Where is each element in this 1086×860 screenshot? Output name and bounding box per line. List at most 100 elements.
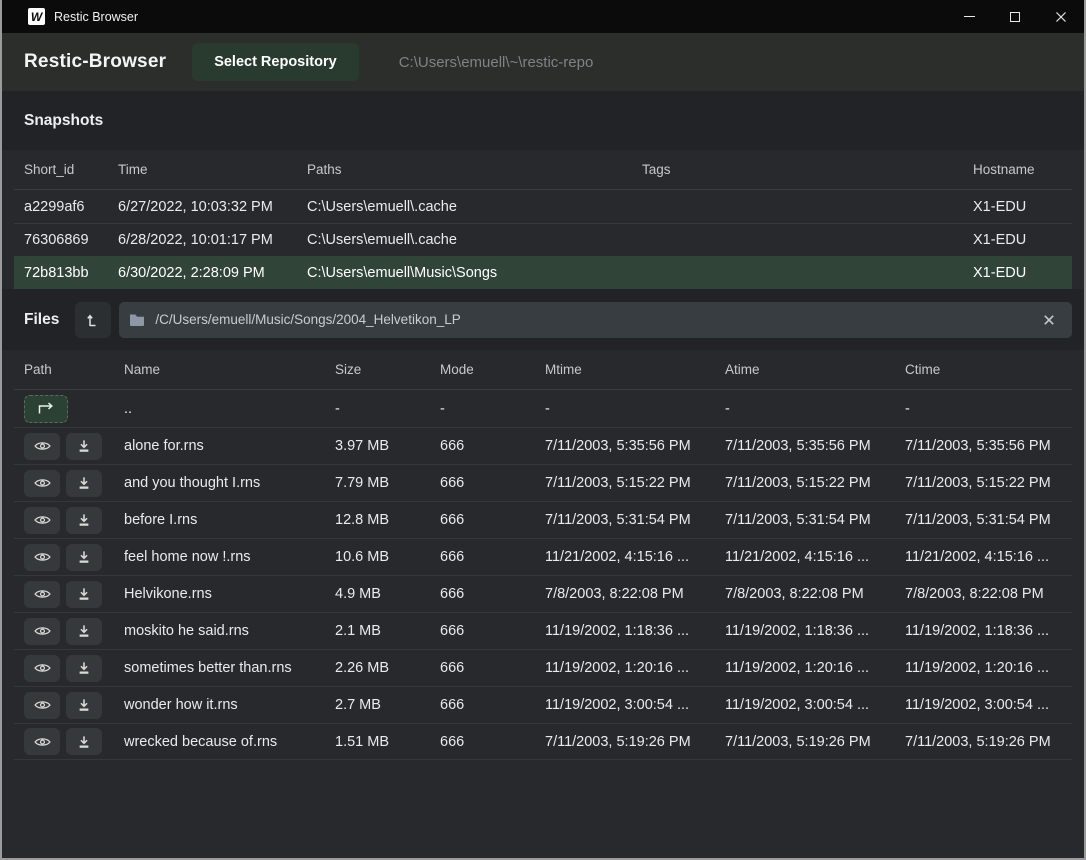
minimize-button[interactable] [946, 0, 992, 33]
snapshot-row-selected[interactable]: 72b813bb 6/30/2022, 2:28:09 PM C:\Users\… [14, 256, 1072, 289]
file-row[interactable]: sometimes better than.rns 2.26 MB 666 11… [14, 649, 1072, 686]
snapshots-heading: Snapshots [24, 112, 103, 130]
file-mode: 666 [440, 586, 545, 602]
file-mtime: 7/11/2003, 5:35:56 PM [545, 438, 725, 454]
window-title: Restic Browser [54, 10, 138, 24]
preview-button[interactable] [24, 433, 60, 460]
preview-button[interactable] [24, 544, 60, 571]
eye-icon [34, 662, 51, 674]
file-atime: 11/21/2002, 4:15:16 ... [725, 549, 905, 565]
preview-button[interactable] [24, 728, 60, 755]
file-row[interactable]: moskito he said.rns 2.1 MB 666 11/19/200… [14, 612, 1072, 649]
maximize-button[interactable] [992, 0, 1038, 33]
download-button[interactable] [66, 470, 102, 497]
file-mtime: - [545, 401, 725, 417]
snapshot-row[interactable]: 76306869 6/28/2022, 10:01:17 PM C:\Users… [14, 223, 1072, 256]
file-ctime: 7/8/2003, 8:22:08 PM [905, 586, 1062, 602]
file-row[interactable]: wonder how it.rns 2.7 MB 666 11/19/2002,… [14, 686, 1072, 723]
select-repository-button[interactable]: Select Repository [192, 43, 359, 81]
file-name: wonder how it.rns [124, 697, 335, 713]
window-controls [946, 0, 1084, 33]
column-mode: Mode [440, 362, 545, 377]
close-button[interactable] [1038, 0, 1084, 33]
column-atime: Atime [725, 362, 905, 377]
file-ctime: 11/19/2002, 1:18:36 ... [905, 623, 1062, 639]
file-row[interactable]: wrecked because of.rns 1.51 MB 666 7/11/… [14, 723, 1072, 760]
file-name: .. [124, 401, 335, 417]
download-button[interactable] [66, 433, 102, 460]
up-level-button[interactable] [75, 302, 111, 338]
file-mode: 666 [440, 475, 545, 491]
file-size: 7.79 MB [335, 475, 440, 491]
download-icon [77, 698, 91, 712]
snapshot-hostname: X1-EDU [973, 232, 1062, 248]
download-icon [77, 513, 91, 527]
preview-button[interactable] [24, 470, 60, 497]
preview-button[interactable] [24, 692, 60, 719]
snapshot-paths: C:\Users\emuell\Music\Songs [307, 265, 642, 281]
go-parent-button[interactable] [24, 395, 68, 423]
snapshot-hostname: X1-EDU [973, 199, 1062, 215]
download-button[interactable] [66, 581, 102, 608]
download-button[interactable] [66, 728, 102, 755]
download-button[interactable] [66, 655, 102, 682]
snapshots-table: Short_id Time Paths Tags Hostname a2299a… [2, 150, 1084, 289]
file-ctime: 11/19/2002, 3:00:54 ... [905, 697, 1062, 713]
download-icon [77, 624, 91, 638]
column-tags: Tags [642, 162, 973, 177]
file-name: sometimes better than.rns [124, 660, 335, 676]
file-mtime: 11/19/2002, 3:00:54 ... [545, 697, 725, 713]
download-button[interactable] [66, 692, 102, 719]
preview-button[interactable] [24, 581, 60, 608]
eye-icon [34, 440, 51, 452]
up-level-icon [85, 312, 101, 328]
column-name: Name [124, 362, 335, 377]
download-icon [77, 735, 91, 749]
file-row[interactable]: Helvikone.rns 4.9 MB 666 7/8/2003, 8:22:… [14, 575, 1072, 612]
eye-icon [34, 699, 51, 711]
file-atime: 11/19/2002, 1:20:16 ... [725, 660, 905, 676]
file-atime: 7/11/2003, 5:31:54 PM [725, 512, 905, 528]
snapshots-table-header: Short_id Time Paths Tags Hostname [14, 150, 1072, 190]
file-mode: 666 [440, 438, 545, 454]
column-hostname: Hostname [973, 162, 1062, 177]
file-size: 2.7 MB [335, 697, 440, 713]
eye-icon [34, 514, 51, 526]
snapshots-section-header: Snapshots [2, 91, 1084, 150]
snapshot-row[interactable]: a2299af6 6/27/2022, 10:03:32 PM C:\Users… [14, 190, 1072, 223]
download-button[interactable] [66, 544, 102, 571]
column-time: Time [118, 162, 307, 177]
clear-path-button[interactable] [1036, 307, 1062, 333]
file-path-input[interactable]: /C/Users/emuell/Music/Songs/2004_Helveti… [119, 302, 1072, 338]
file-row[interactable]: before I.rns 12.8 MB 666 7/11/2003, 5:31… [14, 501, 1072, 538]
download-button[interactable] [66, 618, 102, 645]
file-mtime: 7/8/2003, 8:22:08 PM [545, 586, 725, 602]
download-icon [77, 587, 91, 601]
file-ctime: 7/11/2003, 5:35:56 PM [905, 438, 1062, 454]
file-ctime: 7/11/2003, 5:31:54 PM [905, 512, 1062, 528]
file-row[interactable]: feel home now !.rns 10.6 MB 666 11/21/20… [14, 538, 1072, 575]
file-size: 10.6 MB [335, 549, 440, 565]
file-mtime: 7/11/2003, 5:15:22 PM [545, 475, 725, 491]
snapshot-short-id: 76306869 [24, 232, 118, 248]
file-mtime: 7/11/2003, 5:31:54 PM [545, 512, 725, 528]
download-icon [77, 476, 91, 490]
file-row[interactable]: and you thought I.rns 7.79 MB 666 7/11/2… [14, 464, 1072, 501]
preview-button[interactable] [24, 507, 60, 534]
preview-button[interactable] [24, 618, 60, 645]
file-row[interactable]: alone for.rns 3.97 MB 666 7/11/2003, 5:3… [14, 427, 1072, 464]
files-heading: Files [24, 311, 59, 329]
preview-button[interactable] [24, 655, 60, 682]
file-ctime: 7/11/2003, 5:15:22 PM [905, 475, 1062, 491]
file-mode: 666 [440, 549, 545, 565]
snapshot-short-id: 72b813bb [24, 265, 118, 281]
parent-dir-row[interactable]: .. - - - - - [14, 390, 1072, 427]
repository-toolbar: Restic-Browser Select Repository C:\User… [2, 33, 1084, 91]
file-name: moskito he said.rns [124, 623, 335, 639]
app-title: Restic-Browser [24, 51, 166, 73]
file-name: feel home now !.rns [124, 549, 335, 565]
app-logo-icon: W [28, 8, 45, 25]
eye-icon [34, 736, 51, 748]
close-icon [1055, 11, 1067, 23]
download-button[interactable] [66, 507, 102, 534]
